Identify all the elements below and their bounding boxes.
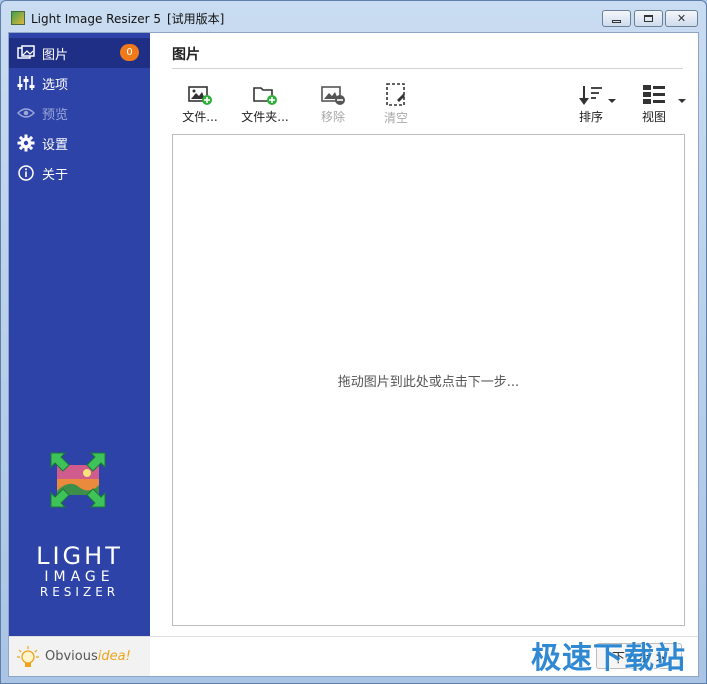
minimize-icon [612,20,621,23]
view-dropdown-arrow-icon[interactable] [678,99,686,103]
sidebar-item-label: 关于 [42,167,69,183]
sidebar-item-label: 选项 [42,77,69,93]
logo-line-resizer: RESIZER [39,585,120,599]
sidebar: 图片 0 选项 预览 设置 关于 LIGHT IMAGE RESIZER Obv… [9,33,150,676]
sidebar-item-options[interactable]: 选项 [9,68,150,98]
view-icon [641,83,667,106]
title-bar[interactable]: Light Image Resizer 5 [试用版本] ✕ [1,1,706,31]
app-window: Light Image Resizer 5 [试用版本] ✕ 图片 0 选项 预… [0,0,707,684]
remove-image-icon [320,83,346,106]
app-logo-icon [49,451,107,509]
client-area: 图片 0 选项 预览 设置 关于 LIGHT IMAGE RESIZER Obv… [8,32,699,677]
add-files-button[interactable]: 文件... [175,83,225,125]
add-image-icon [187,83,213,106]
app-logo-text: LIGHT IMAGE RESIZER [9,543,150,599]
window-title: Light Image Resizer 5 [试用版本] [31,10,224,27]
logo-line-light: LIGHT [36,542,123,570]
eye-icon [17,104,35,122]
drop-hint: 拖动图片到此处或点击下一步... [337,374,520,390]
view-label: 视图 [641,110,666,124]
image-count-badge: 0 [120,44,139,61]
lightbulb-icon [17,645,39,668]
add-folder-button[interactable]: 文件夹... [240,83,290,125]
maximize-button[interactable] [634,10,663,27]
brand-name: Obviousidea! [45,649,131,664]
add-folder-label: 文件夹... [241,110,289,124]
add-files-label: 文件... [182,110,218,124]
sliders-icon [17,74,35,92]
app-icon [11,11,25,25]
gear-icon [17,134,35,152]
window-title-text: Light Image Resizer 5 [31,12,161,26]
add-folder-icon [252,83,278,106]
obviousidea-brand[interactable]: Obviousidea! [9,636,150,676]
remove-label: 移除 [320,110,345,124]
sort-dropdown-arrow-icon[interactable] [608,99,616,103]
page-title: 图片 [172,47,200,63]
logo-line-image: IMAGE [44,569,115,585]
clear-button[interactable]: 清空 [371,83,421,125]
maximize-icon [644,15,653,22]
image-drop-area[interactable]: 拖动图片到此处或点击下一步... [172,134,685,626]
view-button[interactable]: 视图 [629,83,679,125]
sort-button[interactable]: 排序 [566,83,616,125]
info-icon [17,164,35,182]
sidebar-item-label: 设置 [42,137,69,153]
brand-name-part1: Obvious [45,649,98,664]
sort-label: 排序 [578,110,603,124]
close-button[interactable]: ✕ [665,10,698,27]
remove-button[interactable]: 移除 [308,83,358,125]
site-watermark: 极速下载站 [531,641,686,676]
title-divider [172,68,683,69]
clear-label: 清空 [383,111,408,125]
main-panel: 图片 文件... 文件夹... 移除 清空 排序 视图 拖动图片到此处或点击下一… [150,33,698,676]
images-icon [17,44,35,62]
sidebar-item-preview[interactable]: 预览 [9,98,150,128]
sidebar-item-settings[interactable]: 设置 [9,128,150,158]
clear-icon [383,83,409,107]
minimize-button[interactable] [602,10,631,27]
brand-name-part2: idea! [97,649,131,664]
sidebar-item-images[interactable]: 图片 0 [9,38,150,68]
sidebar-item-label: 预览 [42,107,69,123]
sidebar-item-about[interactable]: 关于 [9,158,150,188]
close-icon: ✕ [676,12,687,25]
sidebar-item-label: 图片 [42,47,69,63]
trial-label: [试用版本] [167,12,225,26]
sort-icon [578,83,604,106]
